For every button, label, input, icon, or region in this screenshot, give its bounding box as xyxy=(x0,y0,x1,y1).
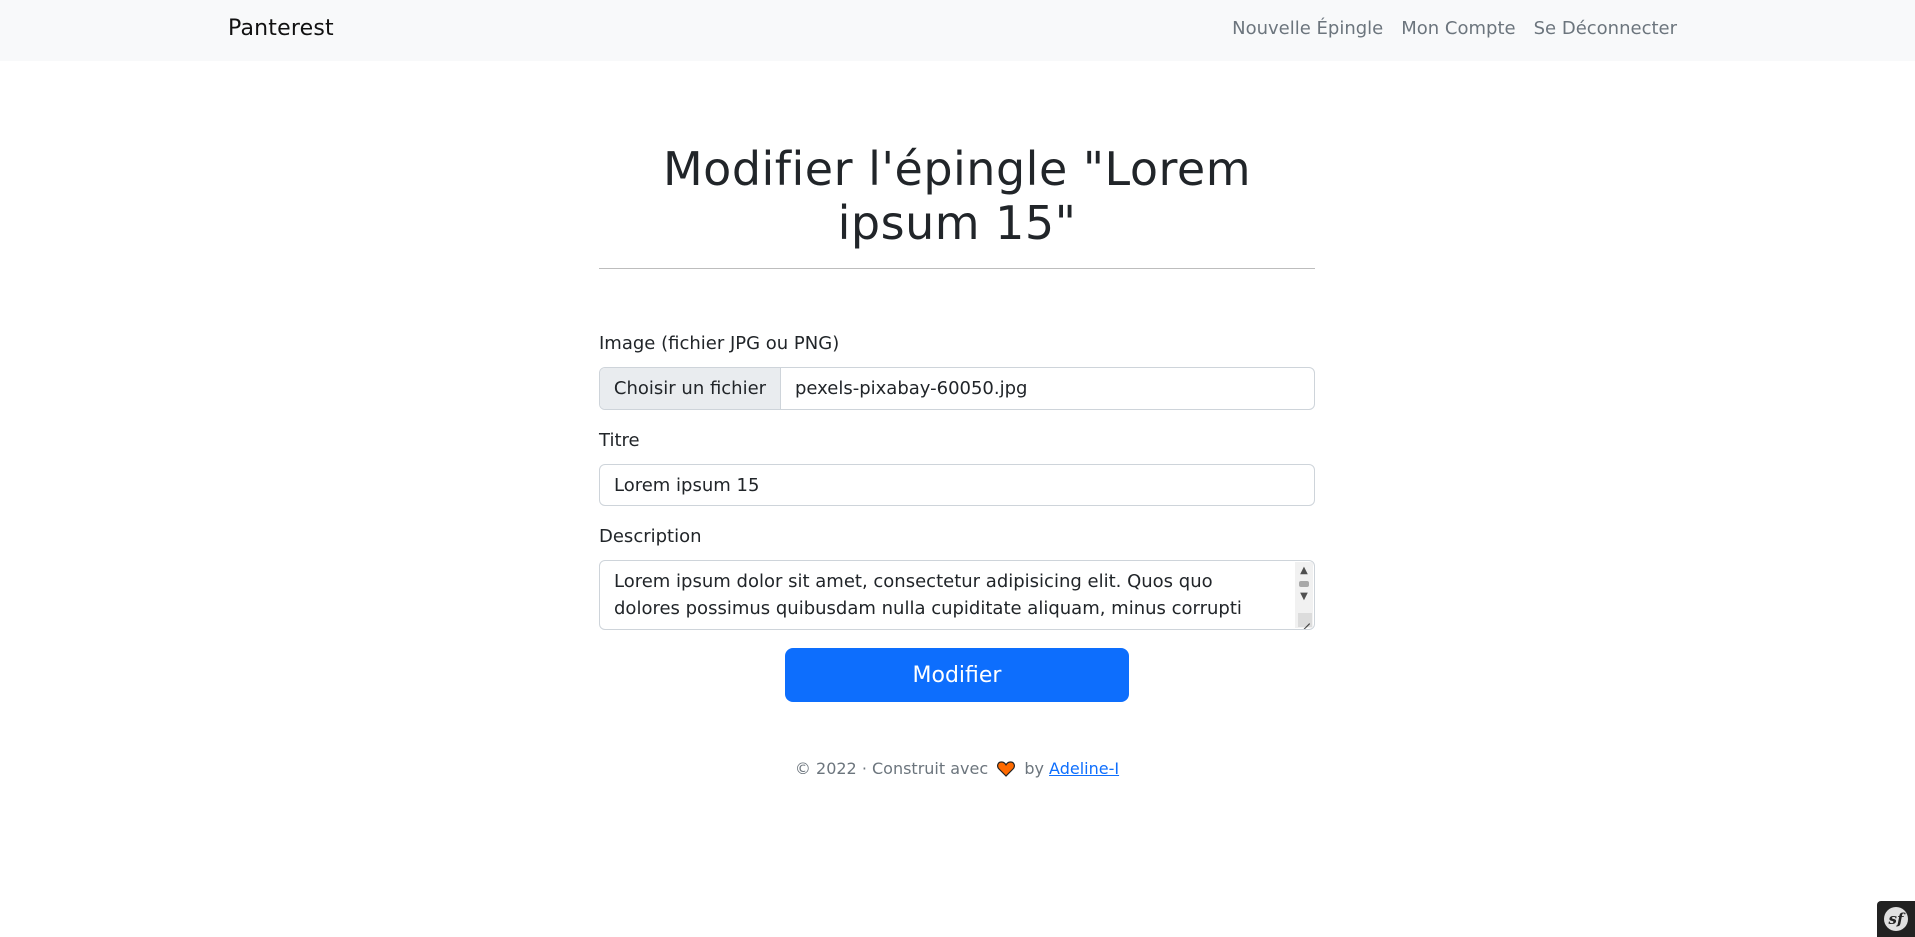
navbar: Panterest Nouvelle Épingle Mon Compte Se… xyxy=(0,0,1915,61)
scroll-up-arrow-icon[interactable]: ▲ xyxy=(1295,564,1313,578)
nav-link-new-pin[interactable]: Nouvelle Épingle xyxy=(1232,18,1383,39)
page-title-line1: Modifier l'épingle "Lorem xyxy=(662,142,1252,196)
nav-link-logout[interactable]: Se Déconnecter xyxy=(1534,18,1677,39)
nav-links: Nouvelle Épingle Mon Compte Se Déconnect… xyxy=(1232,18,1677,39)
heart-icon xyxy=(997,761,1016,781)
submit-button[interactable]: Modifier xyxy=(785,648,1129,702)
choose-file-button[interactable]: Choisir un fichier xyxy=(600,368,781,409)
footer-prefix: © 2022 · Construit avec xyxy=(794,759,989,778)
title-divider xyxy=(599,268,1315,269)
description-label: Description xyxy=(599,526,702,547)
author-link[interactable]: Adeline-I xyxy=(1049,759,1119,778)
footer-by: by xyxy=(1024,759,1044,778)
image-label: Image (fichier JPG ou PNG) xyxy=(599,333,840,354)
scroll-down-arrow-icon[interactable]: ▼ xyxy=(1295,590,1313,604)
symfony-icon: sf xyxy=(1884,907,1908,931)
title-label: Titre xyxy=(599,430,640,451)
page-title-line2: ipsum 15" xyxy=(837,196,1077,250)
footer: © 2022 · Construit avec by Adeline-I xyxy=(599,759,1315,781)
page-title: Modifier l'épingle "Lorem ipsum 15" xyxy=(599,142,1315,250)
description-text: Lorem ipsum dolor sit amet, consectetur … xyxy=(614,571,1242,619)
brand-link[interactable]: Panterest xyxy=(228,16,334,41)
symfony-toolbar-button[interactable]: sf xyxy=(1877,901,1915,937)
file-name: pexels-pixabay-60050.jpg xyxy=(795,378,1028,399)
title-input[interactable] xyxy=(599,464,1315,506)
description-textarea[interactable]: Lorem ipsum dolor sit amet, consectetur … xyxy=(599,560,1315,630)
nav-link-my-account[interactable]: Mon Compte xyxy=(1401,18,1515,39)
resize-handle-icon[interactable] xyxy=(1298,613,1312,627)
scroll-thumb[interactable] xyxy=(1299,581,1309,587)
image-file-input[interactable]: Choisir un fichier pexels-pixabay-60050.… xyxy=(599,367,1315,410)
